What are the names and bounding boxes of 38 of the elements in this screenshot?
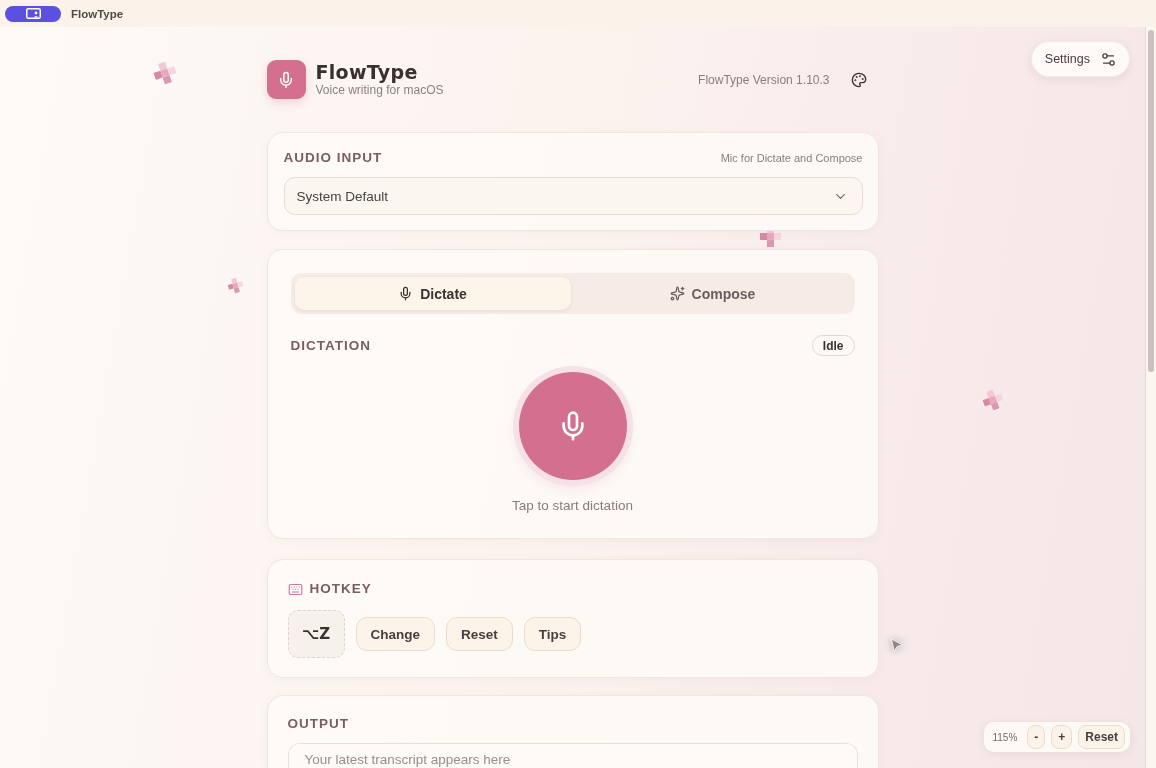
hotkey-button[interactable]: Change: [355, 617, 435, 651]
screen-share-indicator[interactable]: [5, 5, 61, 22]
microphone-icon: [277, 70, 295, 89]
app-title: FlowType: [315, 61, 419, 83]
section-title: AUDIO INPUT: [283, 150, 383, 166]
transcript-field[interactable]: Your latest transcript appears here: [287, 743, 858, 768]
hotkey-button[interactable]: Tips: [523, 617, 582, 651]
app-name: FlowType: [71, 7, 124, 20]
scrollbar-thumb[interactable]: [1148, 30, 1154, 372]
keyboard-icon: [287, 581, 303, 597]
mode-tab[interactable]: Dictate: [294, 277, 571, 310]
zoom-button[interactable]: Reset: [1078, 725, 1125, 749]
palette-icon[interactable]: [850, 71, 867, 88]
status-badge: Idle: [811, 335, 855, 356]
cursor-icon: [890, 638, 904, 652]
zoom-button[interactable]: -: [1027, 725, 1046, 749]
settings-button[interactable]: Settings: [1030, 41, 1130, 77]
sparkles-icon: [669, 286, 685, 301]
dictation-prompt: Tap to start dictation: [511, 498, 634, 514]
microphone-icon: [398, 286, 414, 301]
app-subtitle: Voice writing for macOS: [315, 83, 444, 98]
scrollbar[interactable]: [1145, 27, 1156, 768]
screen-icon: [25, 8, 41, 19]
settings-icon: [1100, 50, 1117, 68]
zoom-level: 115%: [992, 731, 1018, 743]
hotkey-button[interactable]: Reset: [446, 617, 513, 651]
section-hint: Mic for Dictate and Compose: [720, 152, 863, 164]
pixel-sparkle-icon: [980, 387, 1006, 413]
section-title: DICTATION: [290, 337, 371, 354]
section-title: HOTKEY: [309, 581, 372, 597]
pixel-sparkle-icon: [226, 276, 245, 295]
hotkey-display: ⌥Z: [287, 610, 345, 658]
zoom-button[interactable]: +: [1051, 725, 1073, 749]
section-title: OUTPUT: [287, 716, 350, 732]
version-text: FlowType Version 1.10.3: [698, 72, 830, 87]
mode-tab[interactable]: Compose: [574, 277, 851, 310]
device-select[interactable]: System Default: [283, 177, 863, 215]
pixel-sparkle-icon: [151, 59, 179, 87]
